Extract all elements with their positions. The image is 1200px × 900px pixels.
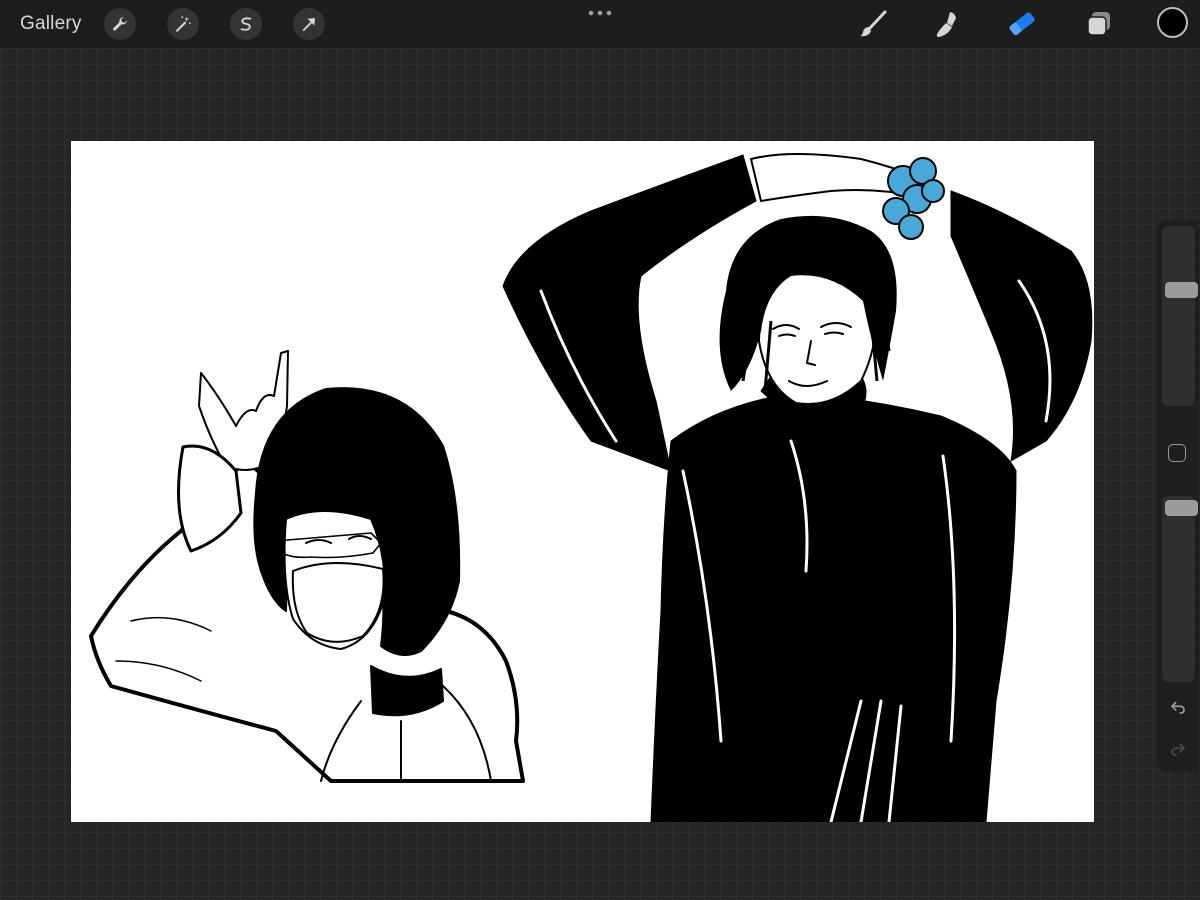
undo-icon — [1171, 701, 1185, 714]
redo-icon — [1171, 743, 1185, 756]
magic-wand-icon — [176, 16, 191, 32]
brush-size-slider[interactable] — [1162, 226, 1198, 406]
smudge-tool-button[interactable] — [928, 6, 964, 42]
artwork — [89, 153, 1093, 822]
brush-icon — [860, 10, 887, 37]
transform-arrow-icon — [302, 18, 315, 31]
modify-button[interactable] — [1168, 444, 1186, 462]
more-options-button[interactable] — [580, 6, 620, 20]
ellipsis-icon — [588, 10, 612, 16]
transform-button[interactable] — [293, 8, 325, 40]
brush-tool-button[interactable] — [855, 6, 891, 42]
layers-button[interactable] — [1081, 6, 1117, 42]
selection-s-icon — [240, 17, 252, 31]
redo-button[interactable] — [1167, 738, 1189, 760]
selection-button[interactable] — [230, 8, 262, 40]
wrench-icon — [113, 17, 127, 31]
gallery-button[interactable]: Gallery — [20, 12, 82, 36]
left-figure — [89, 350, 525, 783]
eraser-tool-button[interactable] — [1003, 6, 1039, 42]
undo-button[interactable] — [1167, 696, 1189, 718]
color-picker-button[interactable] — [1157, 7, 1188, 38]
layers-icon — [1087, 12, 1110, 36]
eraser-icon — [1009, 12, 1035, 36]
drawing-canvas[interactable] — [71, 141, 1094, 822]
opacity-thumb[interactable] — [1165, 500, 1198, 516]
adjustments-button[interactable] — [167, 8, 199, 40]
brush-size-thumb[interactable] — [1165, 282, 1198, 298]
actions-button[interactable] — [104, 8, 136, 40]
side-panel — [1157, 220, 1199, 772]
scrunchie — [882, 157, 945, 240]
opacity-slider[interactable] — [1162, 496, 1198, 682]
top-toolbar: Gallery — [0, 0, 1200, 48]
smudge-icon — [936, 12, 956, 37]
